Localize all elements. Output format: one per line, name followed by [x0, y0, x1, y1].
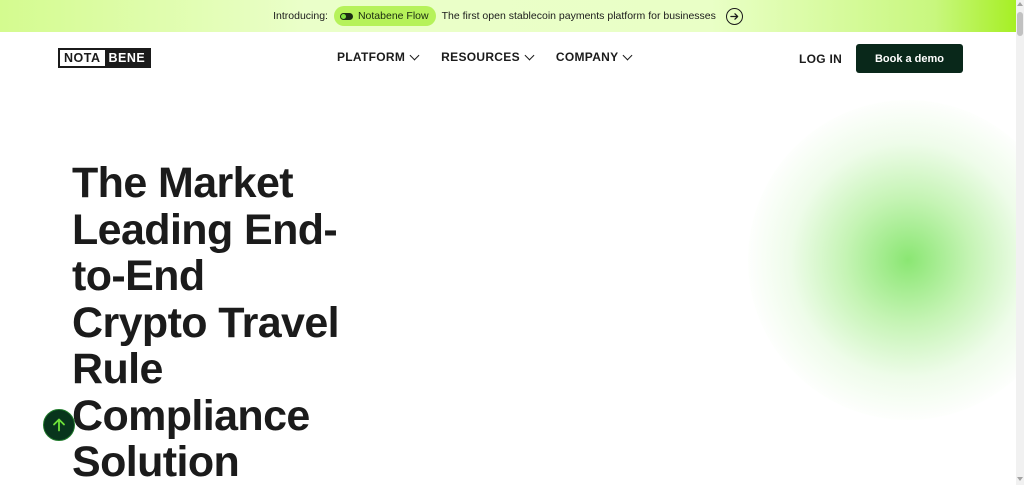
chevron-down-icon — [524, 50, 535, 60]
chevron-down-icon — [409, 50, 420, 60]
decorative-green-glow — [748, 100, 1024, 420]
hero-title-line: Leading End- — [72, 205, 338, 254]
main-nav: PLATFORM RESOURCES COMPANY — [337, 50, 633, 64]
scroll-up-arrow-icon[interactable] — [1017, 2, 1023, 6]
hero-title-line: to-End — [72, 252, 205, 300]
notabene-logo[interactable]: NOTA BENE — [58, 48, 152, 68]
login-link[interactable]: LOG IN — [799, 52, 842, 66]
announcement-bar[interactable]: Introducing: Notabene Flow The first ope… — [0, 0, 1016, 32]
nav-item-platform[interactable]: PLATFORM — [337, 50, 420, 64]
hero-title-line: Compliance — [72, 391, 310, 440]
hero-title-line: Rule — [72, 345, 163, 393]
arrow-up-icon — [53, 418, 65, 432]
logo-text-bene: BENE — [104, 50, 150, 66]
chevron-down-icon — [622, 50, 633, 60]
scroll-down-arrow-icon[interactable] — [1017, 477, 1023, 481]
site-header: NOTA BENE PLATFORM RESOURCES COMPANY LOG… — [0, 32, 1016, 84]
nav-item-company[interactable]: COMPANY — [555, 50, 633, 64]
logo-text-nota: NOTA — [60, 50, 105, 66]
hero-title-line: The Market — [72, 159, 294, 207]
announcement-tagline: The first open stablecoin payments platf… — [441, 10, 716, 22]
hero-title-line: Crypto Travel — [72, 298, 340, 347]
nav-item-label: COMPANY — [555, 50, 619, 64]
back-to-top-button[interactable] — [43, 409, 75, 441]
toggle-icon — [339, 12, 353, 20]
product-name: Notabene Flow — [357, 10, 429, 22]
page: Introducing: Notabene Flow The first ope… — [0, 0, 1024, 485]
book-demo-button[interactable]: Book a demo — [856, 44, 963, 73]
product-pill[interactable]: Notabene Flow — [333, 6, 436, 26]
hero-title-line: Solution — [72, 438, 240, 485]
arrow-right-circle-icon[interactable] — [725, 7, 743, 25]
nav-item-resources[interactable]: RESOURCES — [441, 50, 535, 64]
nav-item-label: PLATFORM — [337, 50, 406, 64]
announcement-intro: Introducing: — [273, 10, 328, 22]
nav-item-label: RESOURCES — [441, 50, 520, 64]
scrollbar-track[interactable] — [1016, 0, 1024, 485]
hero-title: The Market Leading End- to-End Crypto Tr… — [72, 160, 372, 485]
scrollbar-thumb[interactable] — [1017, 12, 1023, 36]
